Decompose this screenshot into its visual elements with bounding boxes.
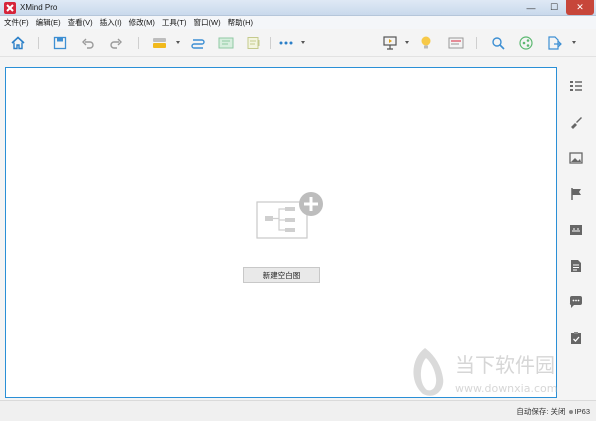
outline-icon[interactable] (448, 35, 464, 51)
toolbar-separator (38, 37, 39, 49)
outline-panel-icon[interactable] (568, 78, 584, 94)
image-icon[interactable] (568, 150, 584, 166)
summary-icon[interactable] (218, 35, 234, 51)
topic-dropdown-caret[interactable] (176, 41, 180, 44)
status-separator-dot (568, 409, 573, 414)
status-info: 自动保存: 关闭 IP63 (516, 406, 590, 417)
export-icon[interactable] (546, 35, 562, 51)
relationship-icon[interactable] (190, 35, 206, 51)
menu-modify[interactable]: 修改(M) (129, 17, 155, 28)
redo-icon[interactable] (108, 35, 124, 51)
undo-icon[interactable] (80, 35, 96, 51)
export-dropdown-caret[interactable] (572, 41, 576, 44)
new-mindmap-icon[interactable] (256, 190, 326, 240)
title-bar: XMind Pro — ☐ ✕ (0, 0, 596, 16)
menu-tools[interactable]: 工具(T) (162, 17, 187, 28)
topic-icon[interactable] (152, 35, 168, 51)
marker-flag-icon[interactable] (568, 186, 584, 202)
search-icon[interactable] (490, 35, 506, 51)
more-dropdown-caret[interactable] (301, 41, 305, 44)
document-icon[interactable] (568, 258, 584, 274)
boundary-icon[interactable] (246, 35, 262, 51)
watermark-brand: 当下软件园 (455, 353, 555, 377)
menu-view[interactable]: 查看(V) (68, 17, 93, 28)
format-brush-icon[interactable] (568, 114, 584, 130)
save-icon[interactable] (52, 35, 68, 51)
account-status[interactable]: IP63 (575, 407, 590, 416)
status-bar: 自动保存: 关闭 IP63 (0, 400, 596, 421)
close-button[interactable]: ✕ (566, 0, 594, 15)
home-icon[interactable] (10, 35, 26, 51)
more-icon[interactable] (278, 35, 294, 51)
window-title: XMind Pro (20, 3, 58, 12)
toolbar-separator (270, 37, 271, 49)
presentation-dropdown-caret[interactable] (405, 41, 409, 44)
presentation-icon[interactable] (382, 35, 398, 51)
menu-insert[interactable]: 插入(I) (100, 17, 122, 28)
menu-window[interactable]: 窗口(W) (194, 17, 221, 28)
watermark-url: www.downxia.com (455, 382, 557, 395)
share-icon[interactable] (518, 35, 534, 51)
watermark-logo: 当下软件园 www.downxia.com (405, 344, 585, 402)
notes-icon[interactable] (568, 222, 584, 238)
menu-file[interactable]: 文件(F) (4, 17, 29, 28)
menu-edit[interactable]: 编辑(E) (36, 17, 61, 28)
comment-icon[interactable] (568, 294, 584, 310)
idea-icon[interactable] (418, 35, 434, 51)
new-blank-map-button[interactable]: 新建空白图 (243, 267, 320, 283)
xmind-logo-icon (4, 2, 16, 14)
toolbar-separator (476, 37, 477, 49)
minimize-button[interactable]: — (519, 0, 543, 15)
toolbar-separator (138, 37, 139, 49)
menu-help[interactable]: 帮助(H) (228, 17, 253, 28)
autosave-status[interactable]: 自动保存: 关闭 (516, 407, 565, 416)
menu-bar: 文件(F) 编辑(E) 查看(V) 插入(I) 修改(M) 工具(T) 窗口(W… (0, 16, 596, 29)
toolbar (0, 29, 596, 57)
maximize-button[interactable]: ☐ (543, 0, 565, 15)
